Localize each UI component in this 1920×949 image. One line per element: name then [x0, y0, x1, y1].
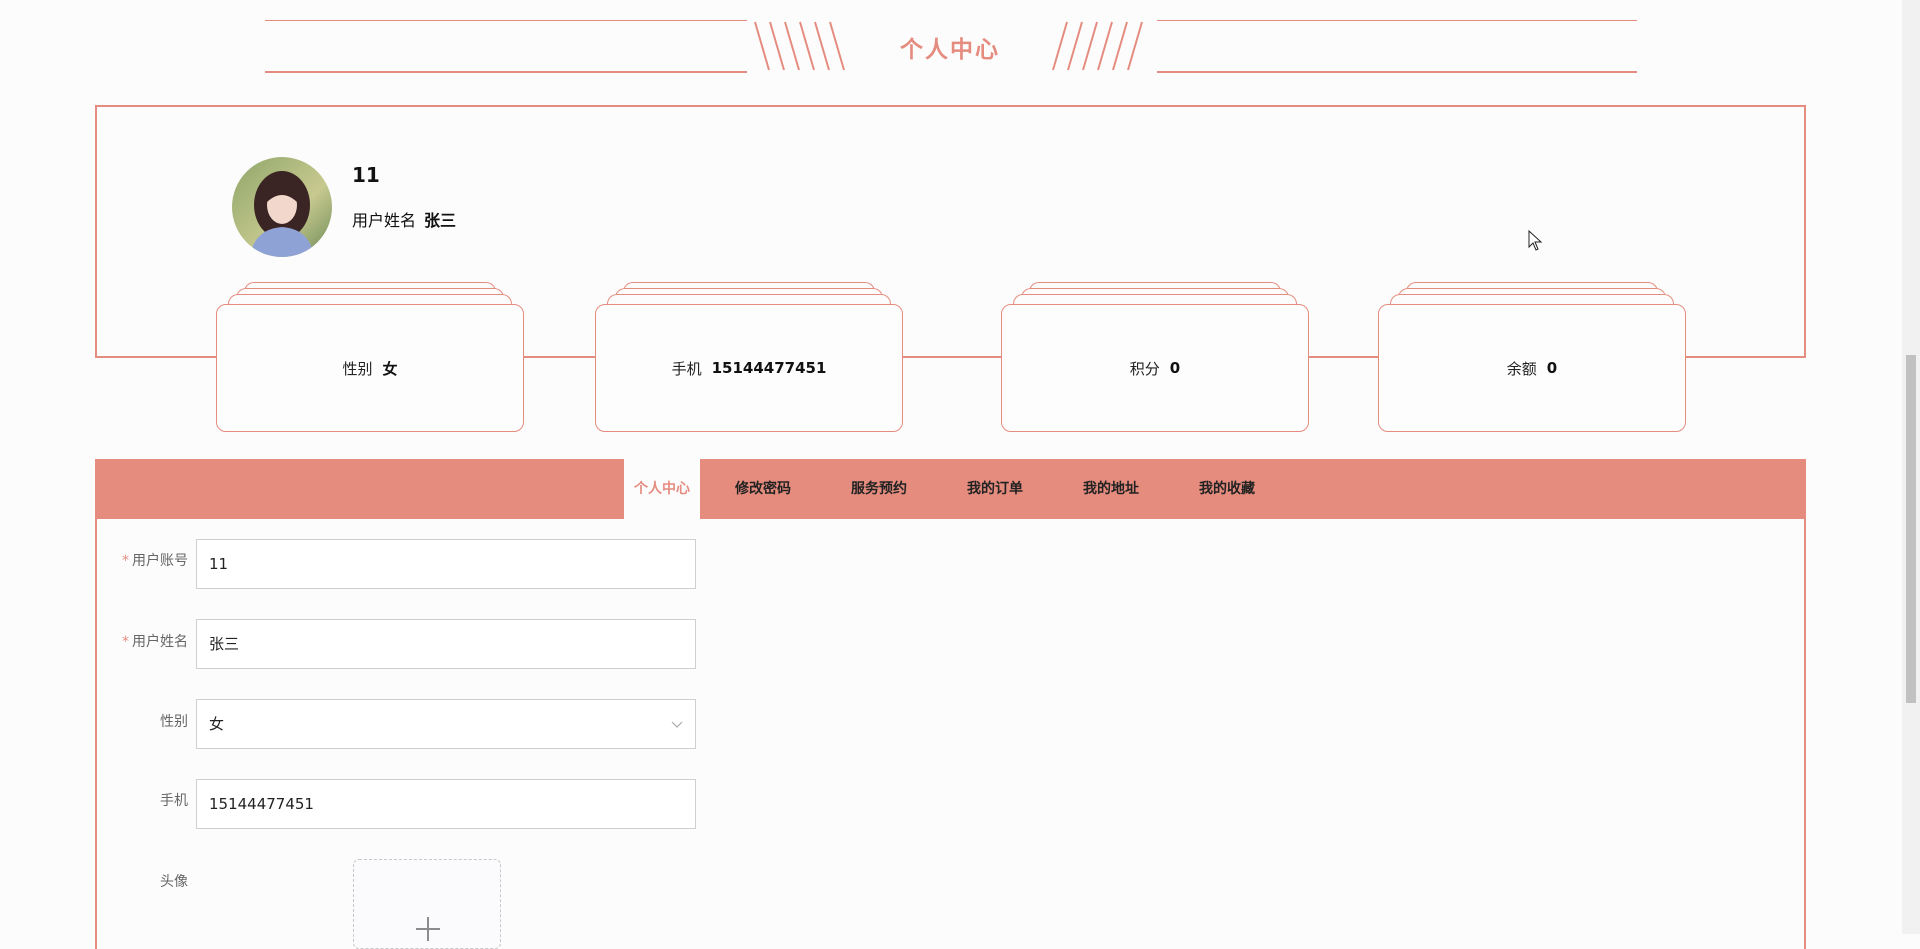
profile-account: 11: [352, 163, 380, 187]
stat-value: 15144477451: [711, 359, 827, 377]
stat-value: 0: [1546, 359, 1558, 377]
name-input[interactable]: 张三: [196, 619, 696, 669]
mouse-cursor-icon: [1528, 230, 1543, 251]
profile-name-value: 张三: [424, 211, 457, 230]
stat-card-gender: 性别女: [216, 282, 524, 432]
stat-label: 余额: [1506, 359, 1537, 378]
stat-label: 手机: [671, 359, 702, 378]
profile-name: 用户姓名 张三: [352, 207, 456, 231]
tab-my-address[interactable]: 我的地址: [1061, 459, 1161, 519]
title-line-top-left: [265, 20, 747, 21]
stat-card-points: 积分 0: [1001, 282, 1309, 432]
gender-select-value: 女: [209, 715, 225, 733]
title-line-bottom-right: [1157, 71, 1637, 73]
tab-personal-center[interactable]: 个人中心: [624, 459, 700, 519]
profile-name-label: 用户姓名: [352, 211, 417, 230]
account-field-label: * 用户账号: [122, 553, 188, 569]
avatar-upload[interactable]: [353, 859, 501, 949]
avatar: [232, 157, 332, 257]
gender-select[interactable]: 女: [196, 699, 696, 749]
account-input[interactable]: 11: [196, 539, 696, 589]
tab-bar: 个人中心 修改密码 服务预约 我的订单 我的地址 我的收藏: [95, 459, 1806, 519]
stat-card-phone: 手机 15144477451: [595, 282, 903, 432]
stat-label: 积分: [1129, 359, 1160, 378]
stat-value: 0: [1169, 359, 1181, 377]
stat-card-balance: 余额 0: [1378, 282, 1686, 432]
scrollbar-thumb[interactable]: [1906, 355, 1916, 703]
name-field-label: * 用户姓名: [122, 634, 188, 650]
plus-icon: [416, 917, 440, 941]
tab-change-password[interactable]: 修改密码: [713, 459, 813, 519]
tab-service-booking[interactable]: 服务预约: [829, 459, 929, 519]
phone-input[interactable]: 15144477451: [196, 779, 696, 829]
page-title: 个人中心: [900, 37, 1000, 63]
title-line-bottom-left: [265, 71, 747, 73]
stat-value: 女: [382, 359, 398, 378]
stat-label: 性别: [342, 359, 373, 378]
tab-my-favorites[interactable]: 我的收藏: [1177, 459, 1277, 519]
title-line-top-right: [1157, 20, 1637, 21]
phone-field-label: 手机: [160, 793, 188, 809]
chevron-down-icon: [671, 721, 683, 728]
tab-my-orders[interactable]: 我的订单: [945, 459, 1045, 519]
gender-field-label: 性别: [160, 714, 188, 730]
avatar-field-label: 头像: [160, 874, 188, 890]
slash-decoration-right: [1052, 21, 1143, 71]
slash-decoration-left: [754, 21, 845, 71]
